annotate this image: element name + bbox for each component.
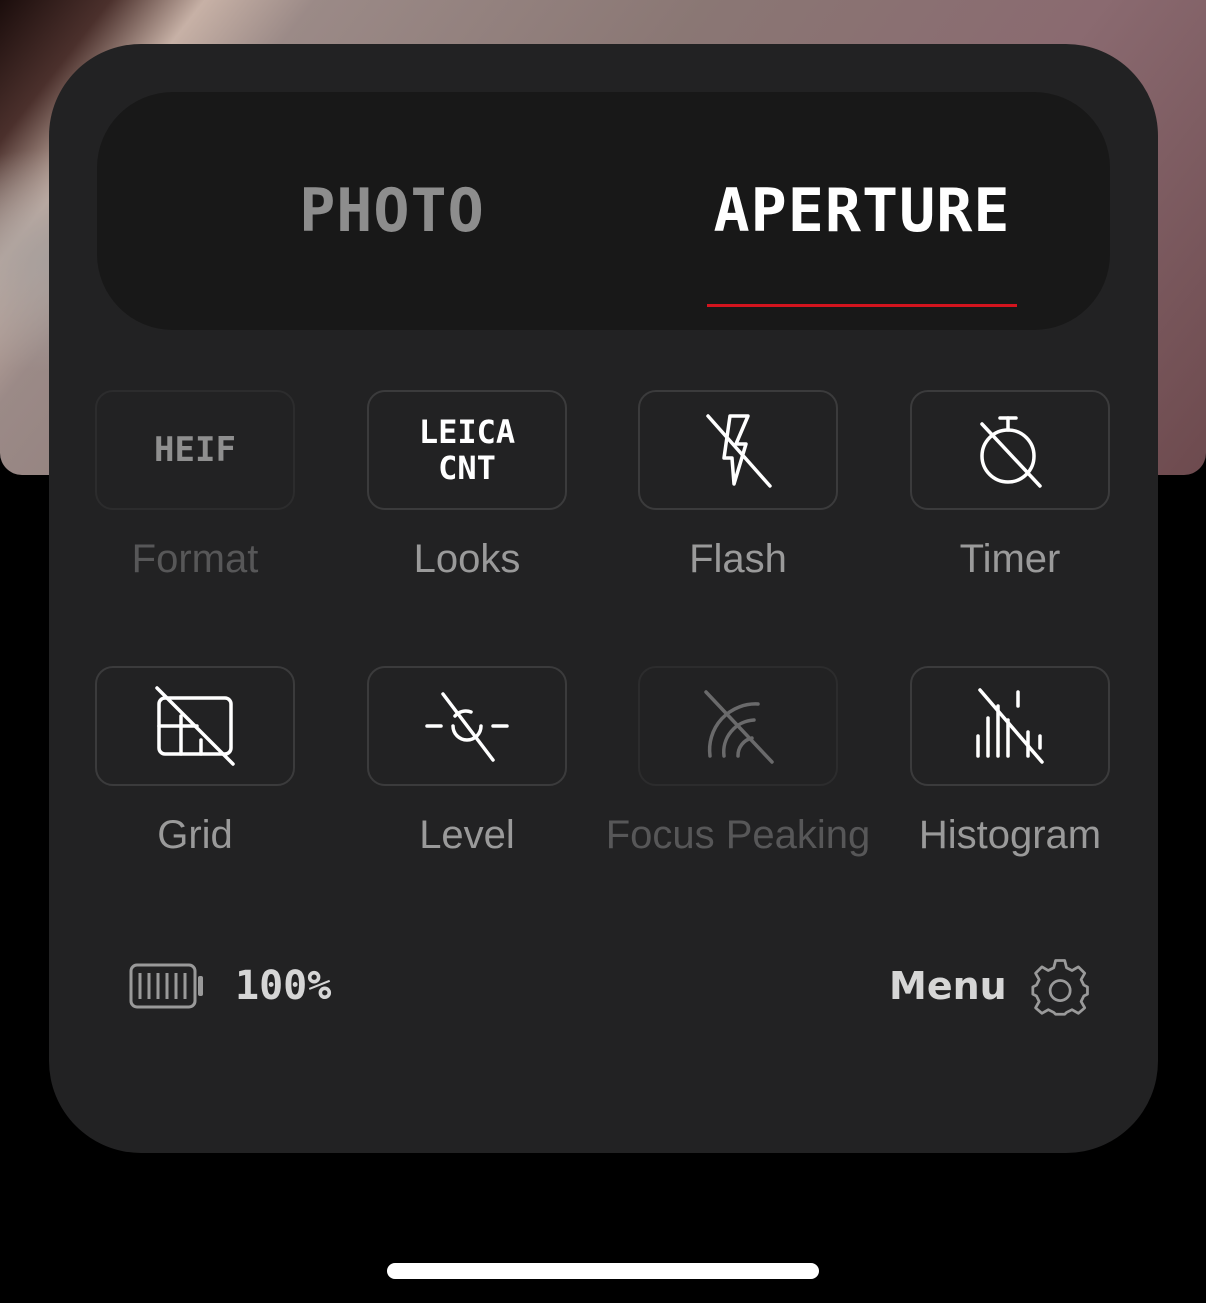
leica-cnt-text-icon: LEICA CNT bbox=[419, 414, 515, 486]
timer-label: Timer bbox=[959, 537, 1061, 581]
battery-percentage: 100% bbox=[235, 963, 332, 1009]
focus-peaking-off-icon bbox=[704, 690, 774, 764]
quick-settings-panel: PHOTO APERTURE HEIF Format LEICA CNT Loo… bbox=[49, 44, 1158, 1153]
gear-icon bbox=[1031, 959, 1089, 1016]
flash-label: Flash bbox=[689, 537, 787, 581]
level-off-icon bbox=[425, 692, 509, 762]
menu-button[interactable]: Menu bbox=[889, 952, 1089, 1020]
histogram-off-icon bbox=[976, 688, 1044, 764]
grid-off-icon bbox=[155, 686, 235, 766]
looks-value-line1: LEICA bbox=[418, 413, 516, 451]
looks-value-line2: CNT bbox=[438, 449, 496, 487]
histogram-label: Histogram bbox=[918, 813, 1102, 857]
mode-tab-bar: PHOTO APERTURE bbox=[97, 92, 1110, 330]
tab-aperture[interactable]: APERTURE bbox=[677, 92, 1047, 330]
heif-text-icon: HEIF bbox=[154, 430, 236, 470]
flash-button[interactable] bbox=[638, 390, 838, 510]
format-button[interactable]: HEIF bbox=[95, 390, 295, 510]
looks-label: Looks bbox=[413, 537, 521, 581]
grid-label: Grid bbox=[157, 813, 233, 857]
level-button[interactable] bbox=[367, 666, 567, 786]
looks-button[interactable]: LEICA CNT bbox=[367, 390, 567, 510]
flash-off-icon bbox=[706, 414, 772, 488]
camera-screen: PHOTO APERTURE HEIF Format LEICA CNT Loo… bbox=[0, 0, 1206, 1303]
active-tab-indicator bbox=[707, 304, 1017, 307]
battery-icon bbox=[129, 963, 203, 1009]
timer-button[interactable] bbox=[910, 390, 1110, 510]
level-label: Level bbox=[419, 813, 515, 857]
timer-off-icon bbox=[980, 416, 1042, 488]
histogram-button[interactable] bbox=[910, 666, 1110, 786]
focus-peaking-button[interactable] bbox=[638, 666, 838, 786]
menu-label: Menu bbox=[889, 964, 1007, 1008]
home-indicator[interactable] bbox=[387, 1263, 819, 1279]
grid-button[interactable] bbox=[95, 666, 295, 786]
focus-peaking-label: Focus Peaking bbox=[605, 813, 871, 857]
tab-photo[interactable]: PHOTO bbox=[207, 92, 577, 330]
format-label: Format bbox=[131, 537, 259, 581]
